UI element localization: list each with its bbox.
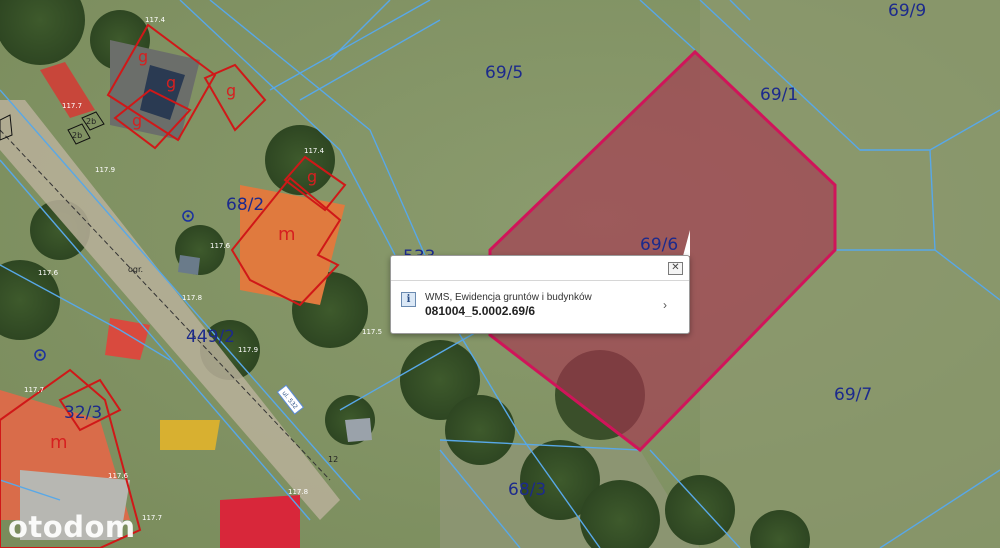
elevation-label: 117.9 <box>95 166 115 174</box>
identify-result-row[interactable]: i WMS, Ewidencja gruntów i budynków 0810… <box>399 288 681 318</box>
elevation-label: 117.9 <box>238 346 258 354</box>
otodom-watermark: otodom <box>8 510 136 544</box>
building-label-g: g <box>307 167 317 186</box>
identify-popup: ✕ i WMS, Ewidencja gruntów i budynków 08… <box>390 255 690 334</box>
popup-divider <box>391 280 689 281</box>
parcel-label-68-3: 68/3 <box>508 480 546 500</box>
elevation-label: 117.5 <box>362 328 382 336</box>
chevron-right-icon[interactable]: › <box>663 298 667 312</box>
elevation-label: 117.6 <box>38 269 59 277</box>
layer-name: WMS, Ewidencja gruntów i budynków <box>425 292 592 303</box>
elevation-label: 117.8 <box>288 488 308 496</box>
info-icon: i <box>401 292 416 307</box>
parcel-label-69-5: 69/5 <box>485 63 523 83</box>
structure-label: 2b <box>86 117 96 126</box>
boundary-label: 12 <box>328 455 338 464</box>
parcel-label-69-1: 69/1 <box>760 85 798 105</box>
parcel-id: 081004_5.0002.69/6 <box>425 304 536 318</box>
boundary-label: ogr. <box>128 265 143 274</box>
elevation-label: 117.4 <box>304 147 325 155</box>
building-label-g: g <box>166 73 176 92</box>
parcel-label-69-6: 69/6 <box>640 235 678 255</box>
parcel-label-68-2: 68/2 <box>226 195 264 215</box>
elevation-label: 117.7 <box>142 514 162 522</box>
building-label-g: g <box>226 81 236 100</box>
parcel-label-69-9: 69/9 <box>888 1 926 21</box>
parcel-label-32-3: 32/3 <box>64 403 102 423</box>
elevation-label: 117.4 <box>145 16 166 24</box>
building-label-g: g <box>138 47 148 66</box>
elevation-label: 117.7 <box>24 386 44 394</box>
building-label-m: m <box>278 224 296 245</box>
popup-pointer <box>683 230 690 256</box>
structure-label: 2b <box>72 131 82 140</box>
elevation-label: 117.8 <box>182 294 202 302</box>
building-label-m: m <box>50 432 68 453</box>
parcel-label-69-7: 69/7 <box>834 385 872 405</box>
parcel-label-449-2: 449/2 <box>186 327 235 347</box>
elevation-label: 117.6 <box>108 472 129 480</box>
close-icon[interactable]: ✕ <box>668 262 683 275</box>
elevation-label: 117.6 <box>210 242 231 250</box>
building-label-g: g <box>132 111 142 130</box>
elevation-label: 117.7 <box>62 102 82 110</box>
